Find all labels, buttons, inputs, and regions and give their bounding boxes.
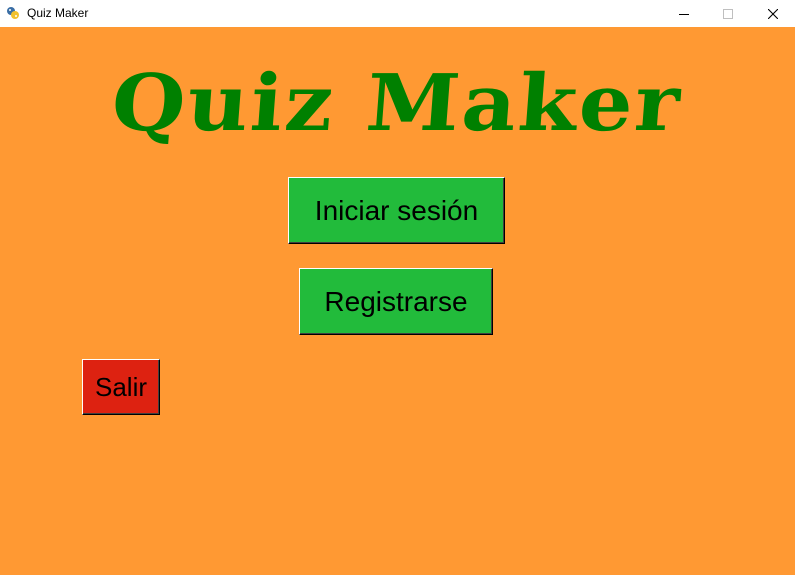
main-panel: Quiz Maker Iniciar sesión Registrarse Sa… — [0, 27, 795, 575]
maximize-icon — [723, 8, 733, 19]
close-button[interactable] — [750, 0, 795, 27]
login-button[interactable]: Iniciar sesión — [288, 177, 505, 244]
close-icon — [768, 8, 778, 19]
window-title: Quiz Maker — [27, 6, 89, 20]
app-logo: Quiz Maker — [82, 58, 712, 149]
logo-text: Quiz Maker — [108, 58, 686, 149]
register-button[interactable]: Registrarse — [299, 268, 493, 335]
app-icon — [5, 5, 21, 21]
maximize-button[interactable] — [705, 0, 751, 27]
title-bar[interactable]: Quiz Maker — [0, 0, 795, 27]
app-window: Quiz Maker Quiz Maker Iniciar sesión Reg… — [0, 0, 795, 575]
minimize-icon — [679, 13, 689, 15]
minimize-button[interactable] — [661, 0, 707, 27]
exit-button[interactable]: Salir — [82, 359, 160, 415]
